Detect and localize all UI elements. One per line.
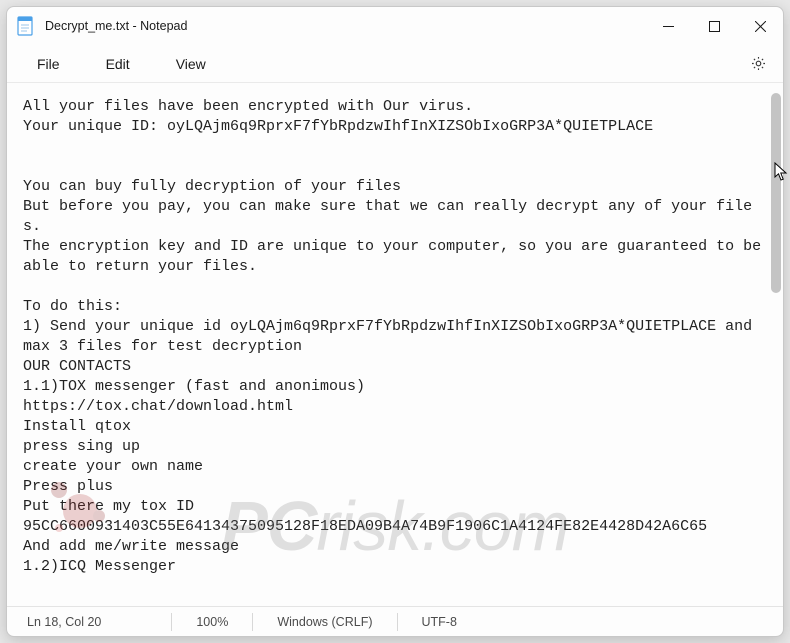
maximize-button[interactable] xyxy=(691,7,737,45)
status-zoom[interactable]: 100% xyxy=(172,615,252,629)
status-line-ending: Windows (CRLF) xyxy=(253,615,396,629)
menu-edit[interactable]: Edit xyxy=(92,50,144,78)
settings-button[interactable] xyxy=(741,47,775,81)
menu-bar: File Edit View xyxy=(7,45,783,83)
title-bar: Decrypt_me.txt - Notepad xyxy=(7,7,783,45)
window-controls xyxy=(645,7,783,45)
status-bar: Ln 18, Col 20 100% Windows (CRLF) UTF-8 xyxy=(7,606,783,636)
editor-area: All your files have been encrypted with … xyxy=(7,83,783,606)
scrollbar-thumb[interactable] xyxy=(771,93,781,293)
menu-view[interactable]: View xyxy=(162,50,220,78)
status-cursor-position: Ln 18, Col 20 xyxy=(13,615,171,629)
vertical-scrollbar[interactable] xyxy=(769,83,783,606)
text-editor[interactable]: All your files have been encrypted with … xyxy=(7,83,769,606)
status-encoding: UTF-8 xyxy=(398,615,481,629)
notepad-app-icon xyxy=(17,15,35,37)
close-button[interactable] xyxy=(737,7,783,45)
window-title: Decrypt_me.txt - Notepad xyxy=(45,19,187,33)
minimize-button[interactable] xyxy=(645,7,691,45)
menu-file[interactable]: File xyxy=(23,50,74,78)
notepad-window: Decrypt_me.txt - Notepad File Edit View … xyxy=(6,6,784,637)
